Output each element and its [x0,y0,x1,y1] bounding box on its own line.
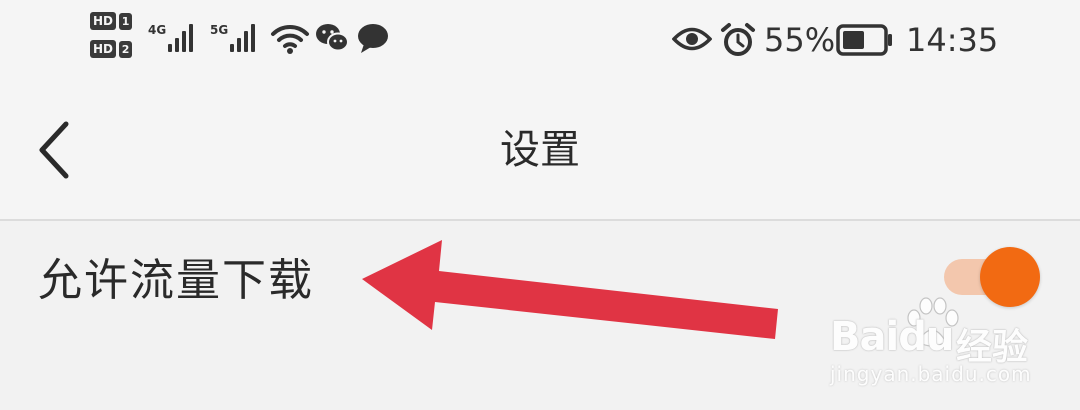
watermark-url: jingyan.baidu.com [830,362,1032,386]
watermark-brand: Baidu [830,314,954,360]
baidu-watermark: Baidu 经验 jingyan.baidu.com [826,296,1046,406]
